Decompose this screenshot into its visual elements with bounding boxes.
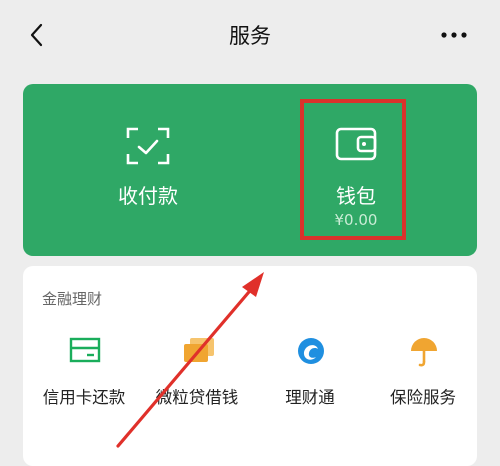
weilidai-loan-label: 微粒贷借钱 bbox=[155, 388, 239, 407]
scan-qr-icon bbox=[126, 127, 170, 165]
wallet-icon bbox=[335, 127, 377, 161]
page-title: 服务 bbox=[229, 24, 271, 48]
more-button[interactable] bbox=[436, 18, 472, 52]
wallet-label: 钱包 bbox=[336, 184, 376, 208]
wallet-balance: ¥0.00 bbox=[334, 211, 378, 229]
pay-card: 收付款 钱包 ¥0.00 bbox=[23, 84, 477, 256]
wallet-button[interactable]: 钱包 ¥0.00 bbox=[289, 84, 477, 256]
licaitong-icon bbox=[298, 338, 324, 364]
section-title: 金融理财 bbox=[42, 290, 103, 308]
weilidai-loan-button[interactable]: 微粒贷借钱 bbox=[142, 336, 252, 416]
credit-card-repay-button[interactable]: 信用卡还款 bbox=[29, 336, 139, 416]
pay-receive-button[interactable]: 收付款 bbox=[63, 84, 233, 256]
ellipsis-icon bbox=[441, 32, 467, 38]
insurance-label: 保险服务 bbox=[390, 388, 456, 407]
licaitong-label: 理财通 bbox=[285, 388, 335, 407]
insurance-button[interactable]: 保险服务 bbox=[368, 336, 478, 416]
finance-section: 金融理财 信用卡还款 微粒贷借钱 理财通 保险服务 bbox=[23, 266, 477, 466]
umbrella-icon bbox=[411, 338, 437, 367]
credit-card-repay-label: 信用卡还款 bbox=[42, 388, 126, 407]
licaitong-button[interactable]: 理财通 bbox=[255, 336, 365, 416]
nav-bar: 服务 bbox=[0, 0, 500, 70]
pay-receive-label: 收付款 bbox=[118, 184, 178, 208]
cards-icon bbox=[184, 338, 214, 362]
credit-card-icon bbox=[69, 337, 101, 363]
